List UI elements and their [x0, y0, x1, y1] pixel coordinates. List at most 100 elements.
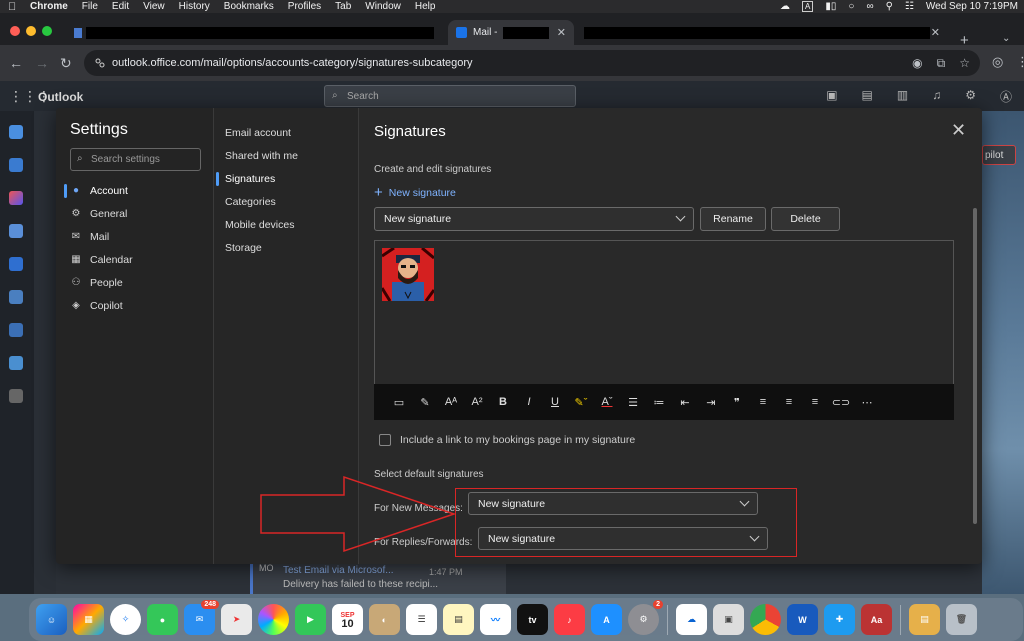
input-source-indicator[interactable]: A [802, 1, 814, 12]
battery-icon[interactable]: ▮▯ [825, 1, 836, 12]
align-left-icon[interactable]: ≡ [750, 396, 776, 408]
subnav-shared-with-me[interactable]: Shared with me [225, 150, 298, 162]
menu-tab[interactable]: Tab [335, 1, 351, 12]
delete-button[interactable]: Delete [771, 207, 840, 231]
bullets-icon[interactable]: ☰ [620, 396, 646, 409]
preview-icon[interactable]: ▣ [713, 604, 744, 635]
copilot-chip-button[interactable]: pilot [982, 145, 1016, 165]
bookmark-star-icon[interactable]: ☆ [959, 56, 970, 71]
utility-icon[interactable]: ✚ [824, 604, 855, 635]
todo-rail-icon[interactable] [9, 257, 23, 271]
link-icon[interactable]: ∞ [866, 1, 873, 12]
safari-icon[interactable]: ✧ [110, 604, 141, 635]
eye-icon[interactable]: ◉ [912, 56, 922, 71]
bell-icon[interactable]: ♫ [932, 88, 941, 105]
control-center-icon[interactable]: ☷ [905, 1, 914, 12]
menu-profiles[interactable]: Profiles [288, 1, 321, 12]
menu-help[interactable]: Help [415, 1, 436, 12]
subnav-email-account[interactable]: Email account [225, 127, 291, 139]
close-tab-icon[interactable]: ✕ [557, 26, 566, 39]
word-icon[interactable]: W [787, 604, 818, 635]
signature-image[interactable] [382, 248, 434, 301]
freeform-icon[interactable]: 〰 [480, 604, 511, 635]
calendar-app-icon[interactable]: SEP 10 [332, 604, 363, 635]
more-options-icon[interactable]: ⋯ [854, 396, 880, 409]
menu-edit[interactable]: Edit [112, 1, 129, 12]
font-size-icon[interactable]: Aᴬ [438, 396, 464, 408]
underline-icon[interactable]: U [542, 396, 568, 408]
install-icon[interactable]: ⧉ [937, 56, 946, 71]
url-text[interactable]: outlook.office.com/mail/options/accounts… [112, 57, 473, 69]
nav-item-calendar[interactable]: ▦ Calendar [70, 251, 132, 269]
facetime-icon[interactable]: ▶ [295, 604, 326, 635]
close-tab-icon[interactable]: ✕ [931, 26, 940, 39]
notes-icon[interactable]: ▤ [443, 604, 474, 635]
onedrive-rail-icon[interactable] [9, 356, 23, 370]
apple-menu-icon[interactable]:  [8, 1, 18, 13]
message-list-item[interactable]: MO Test Email via Microsof... 1:47 PM De… [250, 561, 506, 594]
photos-icon[interactable] [258, 604, 289, 635]
onedrive-icon[interactable]: ☁ [676, 604, 707, 635]
site-info-icon[interactable] [94, 57, 106, 69]
close-window-button[interactable] [10, 26, 20, 36]
signature-select[interactable]: New signature [374, 207, 694, 231]
tab-search-icon[interactable]: ⌄ [1002, 33, 1010, 44]
spotlight-icon[interactable]: ⚲ [886, 1, 893, 12]
bookings-checkbox[interactable] [379, 434, 391, 446]
word-rail-icon[interactable] [9, 290, 23, 304]
increase-indent-icon[interactable]: ⇥ [698, 396, 724, 409]
menu-bookmarks[interactable]: Bookmarks [224, 1, 274, 12]
zoom-window-button[interactable] [42, 26, 52, 36]
new-signature-button[interactable]: + New signature [374, 184, 456, 201]
subnav-signatures[interactable]: Signatures [225, 173, 275, 185]
align-right-icon[interactable]: ≡ [802, 396, 828, 408]
settings-search-input[interactable]: ⌕ Search settings [70, 148, 201, 171]
back-icon[interactable]: ← [9, 55, 23, 71]
reminders-icon[interactable]: ☰ [406, 604, 437, 635]
org-rail-icon[interactable] [9, 323, 23, 337]
menu-history[interactable]: History [179, 1, 210, 12]
tab-outlook-mail[interactable]: Mail - ✕ [448, 20, 574, 45]
mail-app-icon[interactable]: ✉ 248 [184, 600, 219, 635]
menu-file[interactable]: File [82, 1, 98, 12]
mail-rail-icon[interactable] [9, 125, 23, 139]
messages-icon[interactable]: ● [147, 604, 178, 635]
decrease-indent-icon[interactable]: ⇤ [672, 396, 698, 409]
font-color-icon[interactable]: Aˇ [594, 396, 620, 408]
system-settings-icon[interactable]: ⚙ 2 [628, 600, 663, 635]
nav-item-general[interactable]: ⚙ General [70, 205, 128, 223]
nav-item-copilot[interactable]: ◈ Copilot [70, 297, 123, 315]
apple-tv-icon[interactable]: tv [517, 604, 548, 635]
clock-text[interactable]: Wed Sep 10 7:19PM [926, 1, 1018, 12]
format-painter-icon[interactable]: ✎ [412, 396, 438, 409]
bookings-checkbox-row[interactable]: Include a link to my bookings page in my… [379, 434, 635, 446]
subnav-mobile-devices[interactable]: Mobile devices [225, 219, 294, 231]
tab-redacted-2[interactable]: ✕ [576, 20, 948, 45]
menu-window[interactable]: Window [365, 1, 401, 12]
launchpad-icon[interactable]: ▦ [73, 604, 104, 635]
archive-icon[interactable]: ▤ [909, 604, 940, 635]
nav-item-mail[interactable]: ✉ Mail [70, 228, 109, 246]
highlight-icon[interactable]: ✎ˇ [568, 396, 594, 409]
app-store-icon[interactable]: A [591, 604, 622, 635]
bold-icon[interactable]: B [490, 396, 516, 408]
tab-redacted-1[interactable] [66, 20, 442, 45]
profile-icon[interactable]: ◎ [992, 54, 1003, 70]
dictionary-icon[interactable]: Aa [861, 604, 892, 635]
address-bar[interactable]: outlook.office.com/mail/options/accounts… [84, 50, 980, 76]
rename-button[interactable]: Rename [700, 207, 766, 231]
insert-image-icon[interactable]: ▭ [386, 396, 412, 409]
italic-icon[interactable]: I [516, 396, 542, 408]
maps-icon[interactable]: ➤ [221, 604, 252, 635]
cloud-icon[interactable]: ☁ [780, 1, 790, 12]
numbering-icon[interactable]: ≔ [646, 396, 672, 409]
chrome-menu-icon[interactable]: ⋮ [1016, 54, 1024, 70]
settings-gear-icon[interactable]: ⚙ [965, 88, 976, 105]
quote-icon[interactable]: ❞ [724, 396, 750, 409]
chrome-icon[interactable] [750, 604, 781, 635]
more-apps-rail-icon[interactable] [9, 389, 23, 403]
music-icon[interactable]: ♪ [554, 604, 585, 635]
teams-icon[interactable]: ▤ [862, 88, 873, 105]
tasks-icon[interactable]: ▥ [897, 88, 908, 105]
meet-now-icon[interactable]: ▣ [826, 88, 837, 105]
